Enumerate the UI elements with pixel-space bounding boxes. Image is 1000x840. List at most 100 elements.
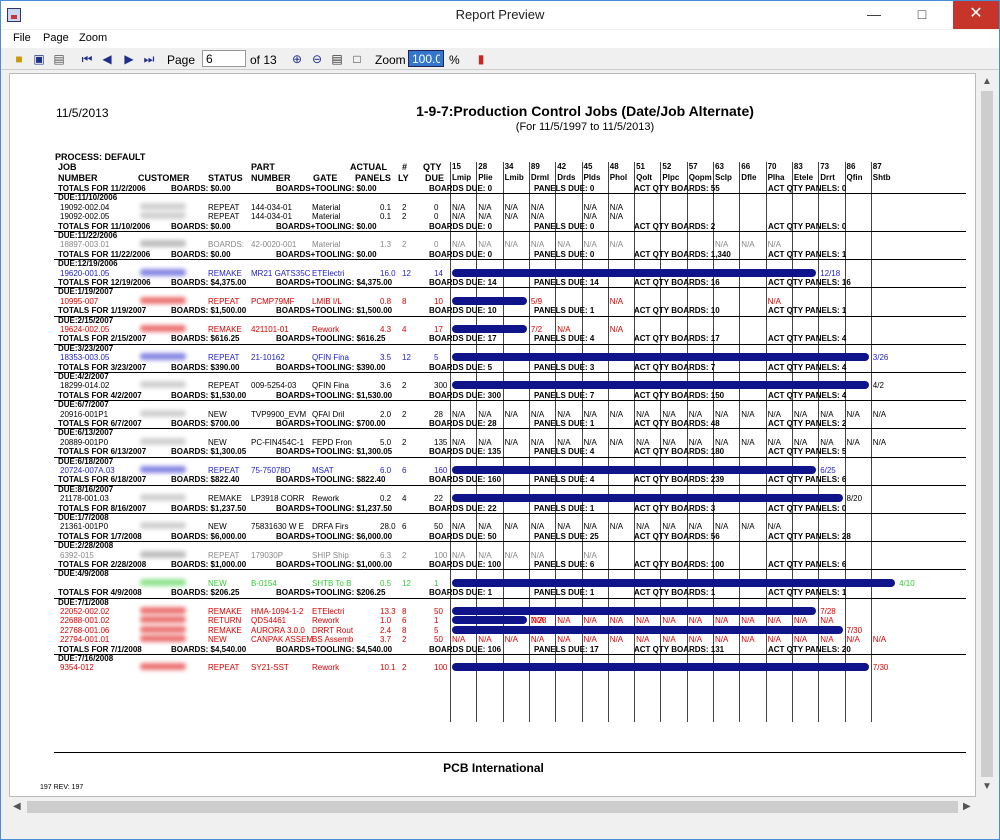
first-page-icon[interactable]: ⏮ [79, 51, 95, 67]
totals-row: TOTALS FOR 2/15/2007 BOARDS: $616.25 BOARD… [54, 334, 966, 343]
redaction-mark [140, 353, 186, 361]
progress-bar [452, 494, 843, 503]
job-row: 22052-002.02 REMAKE HMA-1094-1-2 ETElectri 1… [54, 607, 966, 616]
cell-status: NEW [208, 635, 227, 645]
cell-e: PANELS DUE: 0 [534, 249, 595, 259]
cell-a: DUE:3/23/2007 [58, 343, 114, 353]
exit-icon[interactable]: ▮ [473, 51, 489, 67]
step-number: 83 [793, 162, 803, 171]
step-code: Lmib [504, 173, 524, 182]
print-icon[interactable]: ▤ [51, 51, 67, 67]
scroll-up-icon[interactable]: ▲ [982, 76, 992, 87]
cell-gate: QFAI Dril [312, 409, 345, 419]
cell-f: ACT QTY BOARDS: 3 [634, 503, 716, 513]
step-number: 45 [583, 162, 593, 171]
horizontal-scroll-thumb[interactable] [27, 801, 958, 813]
cell-c: BOARDS+TOOLING: $1,237.50 [276, 503, 393, 513]
cell-f: ACT QTY BOARDS: 17 [634, 334, 720, 344]
zoom-out-icon[interactable]: ⊖ [309, 51, 325, 67]
scroll-right-icon[interactable]: ▶ [963, 801, 971, 812]
minimize-icon[interactable]: — [859, 1, 889, 29]
cell-gate: DRRT Rout [312, 625, 354, 635]
totals-row: TOTALS FOR 2/28/2008 BOARDS: $1,000.00 BOA… [54, 560, 966, 569]
page-input[interactable] [202, 50, 246, 67]
step-na-value: N/A [793, 437, 808, 447]
cell-status: REPEAT [208, 663, 240, 673]
cell-ly: 6 [402, 466, 407, 475]
save-icon[interactable]: ▣ [31, 51, 47, 67]
cell-c: BOARDS+TOOLING: $4,540.00 [276, 644, 393, 654]
cell-b: BOARDS: $390.00 [171, 362, 240, 372]
step-na-value: N/A [662, 437, 676, 447]
menu-zoom[interactable]: Zoom [79, 32, 107, 44]
hdr-due: DUE [425, 173, 445, 183]
cell-end-date: 7/28 [820, 607, 836, 616]
cell-part: SY21-SST [251, 663, 289, 673]
cell-part: 421101-01 [251, 325, 289, 334]
customer-redacted [140, 353, 186, 362]
job-row: 22688-001.02 RETURN QDS4461 Rework 1.0 6 1 N/A N… [54, 616, 966, 625]
totals-row: TOTALS FOR 3/23/2007 BOARDS: $390.00 BOARD… [54, 363, 966, 372]
due-date-row: DUE:6/18/2007 [54, 457, 966, 466]
window-title: Report Preview [455, 7, 545, 22]
maximize-icon[interactable]: □ [907, 1, 937, 29]
cell-b: BOARDS: $0.00 [171, 249, 231, 259]
zoom-in-icon[interactable]: ⊕ [289, 51, 305, 67]
menu-file[interactable]: File [13, 32, 31, 44]
vertical-scrollbar[interactable]: ▲ ▼ [978, 73, 996, 797]
totals-row: TOTALS FOR 7/1/2008 BOARDS: $4,540.00 BOAR… [54, 645, 966, 654]
redaction-mark [140, 437, 186, 445]
page-width-icon[interactable]: ▤ [329, 51, 345, 67]
menu-page[interactable]: Page [43, 32, 69, 44]
cell-d: BOARDS DUE: 17 [429, 334, 497, 344]
step-na-value: N/A [452, 522, 466, 532]
cell-gate: DRFA Firs [312, 522, 349, 532]
last-page-icon[interactable]: ⏭ [141, 51, 157, 67]
step-na-value: N/A [583, 409, 597, 419]
step-na-value: N/A [793, 409, 808, 419]
cell-a: TOTALS FOR 1/19/2007 [58, 306, 147, 316]
cell-job: 22794-001.01 [60, 635, 110, 645]
prev-page-icon[interactable]: ◀ [99, 51, 115, 67]
cell-job: 18353-003.05 [60, 353, 110, 363]
whole-page-icon[interactable]: □ [349, 51, 365, 67]
cell-status: NEW [208, 437, 227, 447]
cell-a: DUE:12/19/2006 [58, 259, 118, 269]
step-na-value: N/A [767, 296, 781, 306]
scroll-left-icon[interactable]: ◀ [13, 801, 21, 812]
vertical-scroll-thumb[interactable] [981, 91, 993, 777]
cell-ly: 2 [402, 437, 407, 447]
cell-panels: 13.3 [380, 607, 396, 616]
close-icon[interactable]: ✕ [953, 1, 999, 29]
horizontal-scrollbar[interactable]: ◀ ▶ [9, 798, 976, 816]
step-number: 48 [609, 162, 619, 171]
cell-a: TOTALS FOR 4/9/2008 [58, 588, 142, 598]
customer-redacted [140, 466, 186, 475]
report-page: 11/5/2013 1-9-7:Production Control Jobs … [9, 73, 976, 797]
step-number: 28 [478, 162, 488, 171]
step-na-value: N/A [767, 437, 781, 447]
step-na-value: N/A [688, 437, 703, 447]
step-na-value: N/A [504, 409, 518, 419]
cell-b: BOARDS: $0.00 [171, 184, 231, 193]
step-na-value: N/A [636, 409, 650, 419]
step-na-value: N/A [609, 437, 624, 447]
report-subtitle: (For 11/5/1997 to 11/5/2013) [515, 121, 655, 133]
hdr-status: STATUS [208, 173, 243, 183]
step-code: Qfin [846, 173, 863, 182]
step-code: Plpc [662, 173, 680, 182]
progress-bar [452, 616, 527, 625]
cell-part: B-0154 [251, 578, 277, 588]
cell-gate: FEPD Fron [312, 437, 353, 447]
step-na-value: N/A [741, 522, 755, 532]
step-na-value: N/A [609, 202, 624, 212]
cell-gate: BS Assemb [312, 635, 354, 645]
cell-d: BOARDS DUE: 50 [429, 531, 497, 541]
next-page-icon[interactable]: ▶ [121, 51, 137, 67]
step-na-value: N/A [583, 437, 597, 447]
scroll-down-icon[interactable]: ▼ [982, 781, 992, 792]
zoom-input[interactable] [408, 50, 444, 67]
cell-panels: 6.0 [380, 466, 392, 475]
open-folder-icon[interactable]: ■ [11, 51, 27, 67]
cell-end-date: 3/26 [872, 353, 889, 363]
